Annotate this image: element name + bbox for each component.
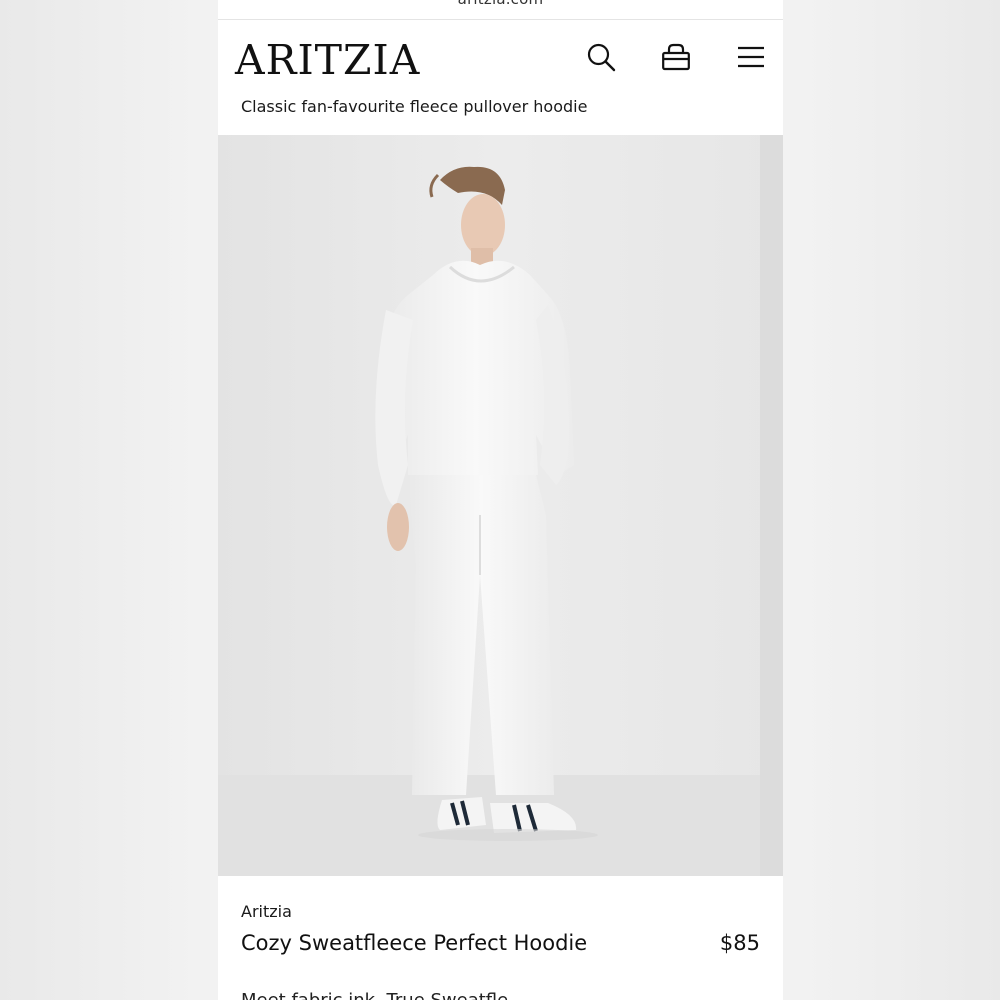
product-tagline: Classic fan-favourite fleece pullover ho…: [241, 97, 588, 116]
url-text: aritzia.com: [218, 0, 783, 8]
product-description: Meet fabric ink. True Sweatfle: [241, 990, 508, 1000]
mobile-page: aritzia.com ARITZIA: [218, 0, 783, 1000]
site-header: ARITZIA Classic fan-favourite fleece pul…: [218, 20, 783, 135]
product-name: Cozy Sweatfleece Perfect Hoodie: [241, 931, 588, 955]
screenshot-stage: aritzia.com ARITZIA: [0, 0, 1000, 1000]
model-photo: [218, 135, 783, 876]
product-image[interactable]: [218, 135, 783, 876]
menu-icon[interactable]: [734, 40, 768, 74]
product-price: $85: [719, 931, 760, 955]
search-icon[interactable]: [584, 40, 618, 74]
next-image-peek[interactable]: [760, 135, 783, 876]
bag-icon[interactable]: [659, 40, 693, 74]
product-brand[interactable]: Aritzia: [241, 902, 292, 921]
brand-logo[interactable]: ARITZIA: [235, 34, 420, 86]
product-info: Aritzia Cozy Sweatfleece Perfect Hoodie …: [218, 876, 783, 1000]
browser-url-bar[interactable]: aritzia.com: [218, 0, 783, 20]
